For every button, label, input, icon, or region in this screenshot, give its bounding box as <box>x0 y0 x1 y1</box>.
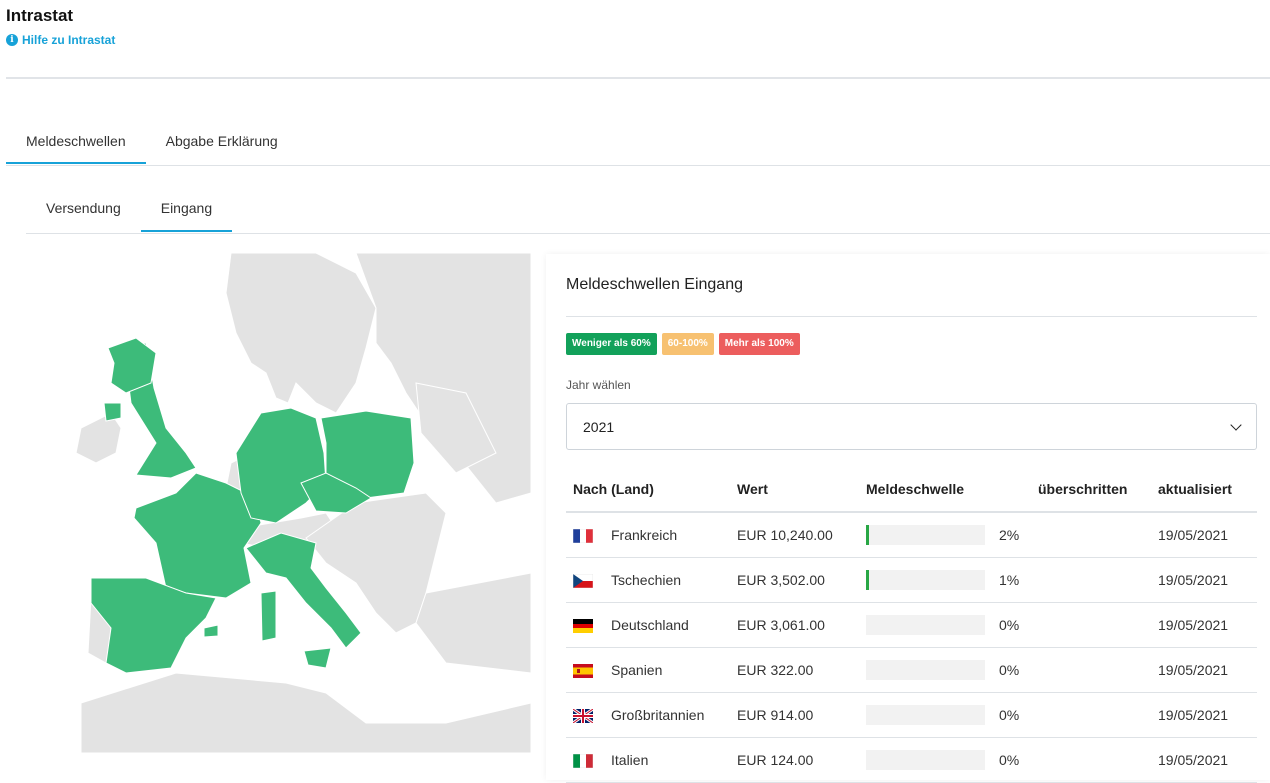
header-divider <box>6 77 1270 79</box>
threshold-panel: Meldeschwellen Eingang Weniger als 60% 6… <box>546 254 1270 783</box>
cell-updated: 19/05/2021 <box>1151 557 1257 603</box>
chevron-down-icon <box>1230 418 1242 431</box>
table-row[interactable]: Großbritannien EUR 914.00 0% 19/05/2021 <box>566 692 1257 738</box>
column-header-updated[interactable]: aktualisiert <box>1151 466 1257 513</box>
map-country-sardinia <box>260 590 277 642</box>
threshold-progress-bar <box>866 570 985 590</box>
panel-divider <box>566 316 1257 317</box>
cell-value: EUR 322.00 <box>730 647 859 693</box>
tab-abgabe-erklaerung[interactable]: Abgabe Erklärung <box>146 118 298 164</box>
tab-meldeschwellen[interactable]: Meldeschwellen <box>6 118 146 164</box>
cell-threshold: 0% <box>859 647 1031 693</box>
table-row[interactable]: Spanien EUR 322.00 0% 19/05/2021 <box>566 647 1257 693</box>
threshold-percent: 2% <box>999 527 1020 543</box>
help-link[interactable]: i Hilfe zu Intrastat <box>6 33 115 47</box>
table-row[interactable]: Frankreich EUR 10,240.00 2% 19/05/2021 <box>566 512 1257 558</box>
threshold-progress-bar <box>866 615 985 635</box>
column-header-country[interactable]: Nach (Land) <box>566 466 730 513</box>
cell-country: Frankreich <box>566 512 730 558</box>
europe-map[interactable] <box>26 253 531 753</box>
country-name: Frankreich <box>611 526 678 543</box>
table-row[interactable]: Italien EUR 124.00 0% 19/05/2021 <box>566 737 1257 783</box>
cell-threshold: 0% <box>859 602 1031 648</box>
country-name: Großbritannien <box>611 706 705 723</box>
country-name: Spanien <box>611 661 663 678</box>
threshold-progress-bar <box>866 705 985 725</box>
cell-country: Tschechien <box>566 557 730 603</box>
country-name: Tschechien <box>611 571 682 588</box>
cell-updated: 19/05/2021 <box>1151 737 1257 783</box>
flag-es-icon <box>573 664 593 679</box>
panel-title: Meldeschwellen Eingang <box>566 276 743 293</box>
legend: Weniger als 60% 60-100% Mehr als 100% <box>566 333 800 355</box>
cell-value: EUR 3,061.00 <box>730 602 859 648</box>
year-label: Jahr wählen <box>566 378 631 392</box>
threshold-percent: 0% <box>999 662 1020 678</box>
cell-country: Spanien <box>566 647 730 693</box>
column-header-value[interactable]: Wert <box>730 466 859 513</box>
threshold-progress-fill <box>866 570 869 590</box>
cell-threshold: 0% <box>859 692 1031 738</box>
cell-exceeded <box>1031 692 1151 738</box>
country-name: Deutschland <box>611 616 689 633</box>
threshold-progress-bar <box>866 660 985 680</box>
cell-threshold: 0% <box>859 737 1031 783</box>
cell-threshold: 2% <box>859 512 1031 558</box>
threshold-percent: 0% <box>999 752 1020 768</box>
cell-value: EUR 914.00 <box>730 692 859 738</box>
year-select[interactable]: 2021 <box>566 403 1257 450</box>
cell-threshold: 1% <box>859 557 1031 603</box>
cell-exceeded <box>1031 512 1151 558</box>
country-name: Italien <box>611 751 649 768</box>
threshold-progress-bar <box>866 750 985 770</box>
cell-value: EUR 124.00 <box>730 737 859 783</box>
flag-de-icon <box>573 619 593 634</box>
table-row[interactable]: Deutschland EUR 3,061.00 0% 19/05/2021 <box>566 602 1257 648</box>
cell-exceeded <box>1031 557 1151 603</box>
tab-eingang[interactable]: Eingang <box>140 185 233 232</box>
cell-country: Großbritannien <box>566 692 730 738</box>
cell-exceeded <box>1031 737 1151 783</box>
cell-updated: 19/05/2021 <box>1151 692 1257 738</box>
flag-cz-icon <box>573 574 593 589</box>
cell-exceeded <box>1031 647 1151 693</box>
threshold-progress-fill <box>866 525 869 545</box>
flag-gb-icon <box>573 709 593 724</box>
legend-badge-green: Weniger als 60% <box>566 333 657 355</box>
cell-updated: 19/05/2021 <box>1151 647 1257 693</box>
cell-exceeded <box>1031 602 1151 648</box>
year-select-value: 2021 <box>583 418 615 435</box>
threshold-percent: 0% <box>999 707 1020 723</box>
table-row[interactable]: Tschechien EUR 3,502.00 1% 19/05/2021 <box>566 557 1257 603</box>
cell-updated: 19/05/2021 <box>1151 602 1257 648</box>
help-link-label: Hilfe zu Intrastat <box>22 33 116 47</box>
legend-badge-red: Mehr als 100% <box>718 333 800 355</box>
cell-value: EUR 3,502.00 <box>730 557 859 603</box>
info-icon: i <box>6 34 18 46</box>
table-header-row: Nach (Land) Wert Meldeschwelle überschri… <box>566 466 1257 513</box>
threshold-percent: 0% <box>999 617 1020 633</box>
threshold-table: Nach (Land) Wert Meldeschwelle überschri… <box>566 466 1257 783</box>
tab-versendung[interactable]: Versendung <box>26 185 141 232</box>
legend-badge-yellow: 60-100% <box>661 333 714 355</box>
threshold-progress-bar <box>866 525 985 545</box>
cell-updated: 19/05/2021 <box>1151 512 1257 558</box>
cell-country: Italien <box>566 737 730 783</box>
cell-value: EUR 10,240.00 <box>730 512 859 558</box>
cell-country: Deutschland <box>566 602 730 648</box>
page-title: Intrastat <box>6 6 74 25</box>
column-header-exceeded[interactable]: überschritten <box>1031 466 1151 513</box>
sub-tabs: Versendung Eingang <box>26 185 1270 234</box>
threshold-percent: 1% <box>999 572 1020 588</box>
map-country-ni <box>103 402 122 422</box>
flag-fr-icon <box>573 529 593 544</box>
flag-it-icon <box>573 754 593 769</box>
column-header-threshold[interactable]: Meldeschwelle <box>859 466 1031 513</box>
map-country-sicily <box>303 647 332 669</box>
main-tabs: Meldeschwellen Abgabe Erklärung <box>6 118 1270 166</box>
